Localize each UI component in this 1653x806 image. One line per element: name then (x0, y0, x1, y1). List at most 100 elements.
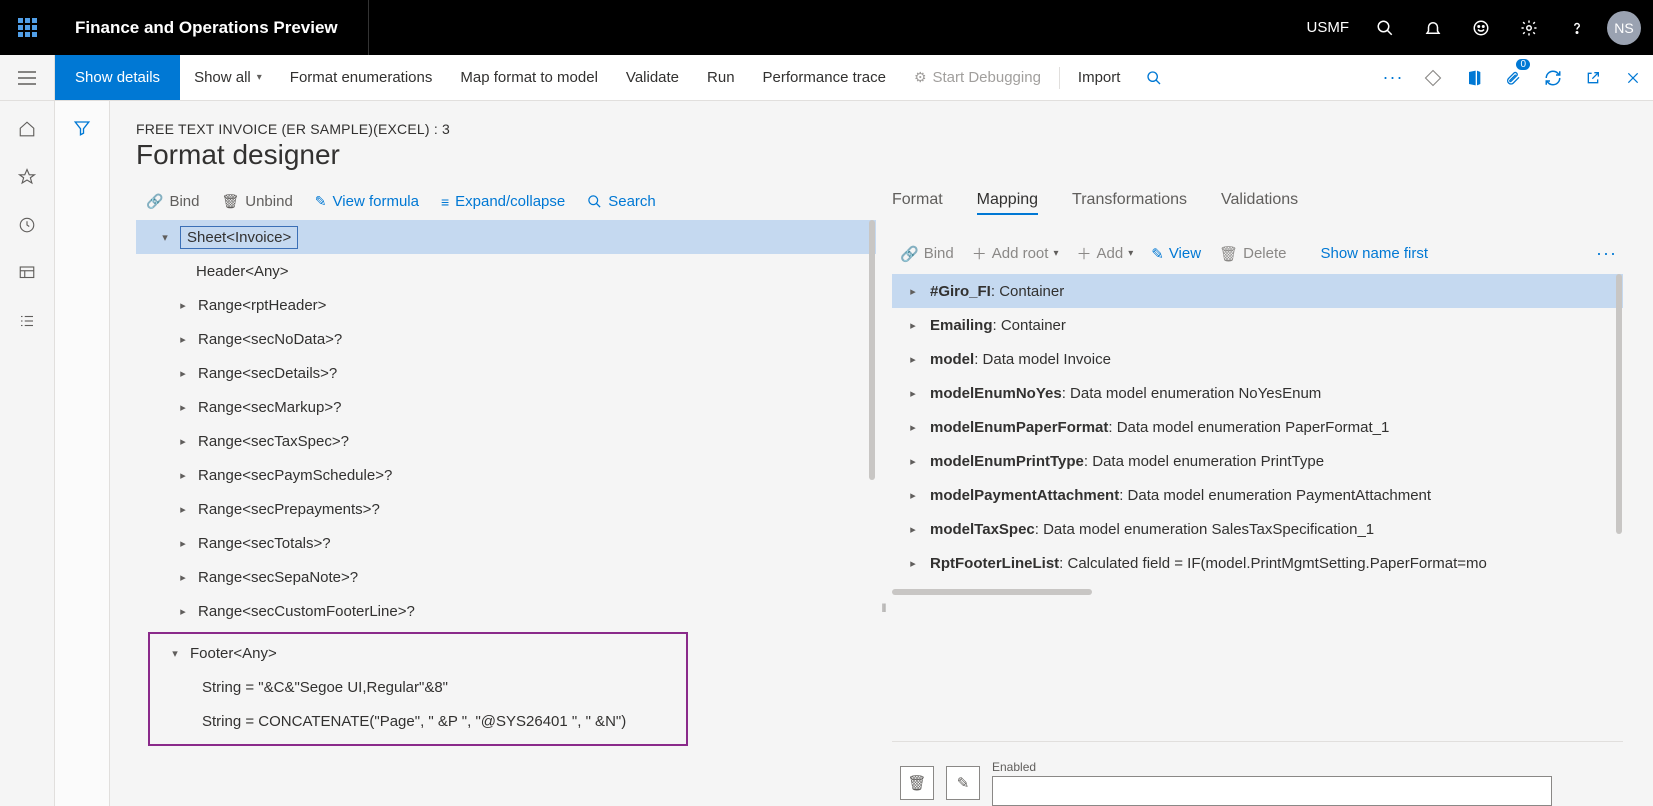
search-command-icon[interactable] (1134, 55, 1174, 100)
mapping-node[interactable]: ▸modelTaxSpec: Data model enumeration Sa… (892, 512, 1623, 546)
tree-node[interactable]: ▸Range<secTotals>? (136, 526, 876, 560)
scrollbar-horizontal[interactable] (892, 588, 1623, 596)
waffle-button[interactable] (0, 18, 55, 37)
scrollbar-vertical[interactable] (1615, 274, 1623, 534)
scrollbar-vertical[interactable] (868, 220, 876, 806)
tree-node-footer[interactable]: ▾Footer<Any> (150, 636, 686, 670)
scrollbar-thumb[interactable] (892, 589, 1092, 595)
tree-node[interactable]: ▸Range<secTaxSpec>? (136, 424, 876, 458)
workspace-icon[interactable] (17, 263, 37, 283)
expand-icon[interactable]: ▸ (904, 387, 922, 400)
mapping-node[interactable]: ▸modelEnumPrintType: Data model enumerat… (892, 444, 1623, 478)
refresh-icon[interactable] (1533, 55, 1573, 100)
expand-icon[interactable]: ▸ (174, 299, 192, 312)
expand-icon[interactable]: ▸ (174, 571, 192, 584)
diamond-icon[interactable] (1413, 55, 1453, 100)
mapping-node[interactable]: ▸modelEnumPaperFormat: Data model enumer… (892, 410, 1623, 444)
bind-button[interactable]: 🔗 Bind (146, 193, 199, 210)
start-debugging-button[interactable]: ⚙ Start Debugging (900, 55, 1055, 100)
splitter-handle[interactable]: ‖ (876, 189, 892, 806)
attach-icon[interactable]: 0 (1493, 55, 1533, 100)
expand-icon[interactable]: ▸ (174, 333, 192, 346)
close-icon[interactable] (1613, 55, 1653, 100)
tree-node[interactable]: ▸Range<secSepaNote>? (136, 560, 876, 594)
scrollbar-thumb[interactable] (1616, 274, 1622, 534)
tree-node[interactable]: ▸Range<rptHeader> (136, 288, 876, 322)
modules-icon[interactable] (17, 311, 37, 331)
delete-field-button[interactable]: 🗑 (900, 766, 934, 800)
search-icon[interactable] (1361, 0, 1409, 55)
tab-format[interactable]: Format (892, 191, 943, 215)
bell-icon[interactable] (1409, 0, 1457, 55)
expand-icon[interactable]: ▸ (174, 401, 192, 414)
mapping-node[interactable]: ▸#Giro_FI: Container (892, 274, 1623, 308)
hamburger-icon[interactable] (0, 55, 55, 100)
expand-icon[interactable]: ▸ (174, 503, 192, 516)
expand-icon[interactable]: ▸ (174, 605, 192, 618)
format-enumerations-button[interactable]: Format enumerations (276, 55, 447, 100)
tab-transformations[interactable]: Transformations (1072, 191, 1187, 215)
expand-icon[interactable]: ▸ (904, 455, 922, 468)
tree-node[interactable]: ▸Range<secDetails>? (136, 356, 876, 390)
tab-mapping[interactable]: Mapping (977, 191, 1038, 215)
expand-collapse-button[interactable]: ≡ Expand/collapse (441, 193, 565, 210)
map-format-button[interactable]: Map format to model (446, 55, 612, 100)
scrollbar-thumb[interactable] (869, 220, 875, 480)
expand-icon[interactable]: ▸ (904, 285, 922, 298)
legal-entity[interactable]: USMF (1295, 19, 1362, 36)
add-button[interactable]: ＋ Add ▾ (1076, 243, 1133, 264)
help-icon[interactable] (1553, 0, 1601, 55)
expand-icon[interactable]: ▸ (174, 537, 192, 550)
show-name-first-button[interactable]: Show name first (1320, 245, 1428, 262)
expand-icon[interactable]: ▸ (174, 435, 192, 448)
mapping-node[interactable]: ▸modelPaymentAttachment: Data model enum… (892, 478, 1623, 512)
tree-node[interactable]: ▸Range<secMarkup>? (136, 390, 876, 424)
tree-node-footer-string[interactable]: String = CONCATENATE("Page", " &P ", "@S… (150, 704, 686, 738)
tree-node[interactable]: Header<Any> (136, 254, 876, 288)
tree-node[interactable]: ▸Range<secPrepayments>? (136, 492, 876, 526)
popout-icon[interactable] (1573, 55, 1613, 100)
office-icon[interactable] (1453, 55, 1493, 100)
view-button[interactable]: ✎ View (1151, 245, 1201, 263)
recent-icon[interactable] (17, 215, 37, 235)
expand-icon[interactable]: ▸ (904, 421, 922, 434)
show-details-button[interactable]: Show details (55, 55, 180, 100)
overflow-icon[interactable]: ··· (1596, 243, 1623, 264)
bind-button[interactable]: 🔗 Bind (900, 245, 954, 263)
home-icon[interactable] (17, 119, 37, 139)
smile-icon[interactable] (1457, 0, 1505, 55)
expand-icon[interactable]: ▸ (904, 489, 922, 502)
tree-node-footer-string[interactable]: String = "&C&"Segoe UI,Regular"&8" (150, 670, 686, 704)
tree-node[interactable]: ▸Range<secNoData>? (136, 322, 876, 356)
mapping-node[interactable]: ▸modelEnumNoYes: Data model enumeration … (892, 376, 1623, 410)
tree-node[interactable]: ▸Range<secCustomFooterLine>? (136, 594, 876, 628)
tree-node[interactable]: ▸Range<secPaymSchedule>? (136, 458, 876, 492)
gear-icon[interactable] (1505, 0, 1553, 55)
run-button[interactable]: Run (693, 55, 749, 100)
delete-button[interactable]: 🗑 Delete (1219, 245, 1286, 263)
avatar[interactable]: NS (1607, 11, 1641, 45)
filter-icon[interactable] (73, 119, 91, 806)
view-formula-button[interactable]: ✎ View formula (315, 193, 419, 210)
performance-trace-button[interactable]: Performance trace (749, 55, 900, 100)
unbind-button[interactable]: 🗑 Unbind (221, 193, 292, 210)
search-button[interactable]: Search (587, 193, 656, 210)
expand-icon[interactable]: ▸ (904, 557, 922, 570)
edit-field-button[interactable]: ✎ (946, 766, 980, 800)
expand-icon[interactable]: ▸ (904, 319, 922, 332)
show-all-button[interactable]: Show all ▾ (180, 55, 276, 100)
collapse-icon[interactable]: ▾ (156, 231, 174, 244)
import-button[interactable]: Import (1064, 55, 1135, 100)
star-icon[interactable] (17, 167, 37, 187)
tree-node-root[interactable]: ▾ Sheet<Invoice> (136, 220, 876, 254)
expand-icon[interactable]: ▸ (174, 469, 192, 482)
expand-icon[interactable]: ▸ (904, 523, 922, 536)
validate-button[interactable]: Validate (612, 55, 693, 100)
mapping-node[interactable]: ▸RptFooterLineList: Calculated field = I… (892, 546, 1623, 580)
collapse-icon[interactable]: ▾ (166, 647, 184, 660)
mapping-node[interactable]: ▸model: Data model Invoice (892, 342, 1623, 376)
enabled-input[interactable] (992, 776, 1552, 806)
tab-validations[interactable]: Validations (1221, 191, 1298, 215)
overflow-icon[interactable]: ··· (1373, 55, 1413, 100)
mapping-node[interactable]: ▸Emailing: Container (892, 308, 1623, 342)
